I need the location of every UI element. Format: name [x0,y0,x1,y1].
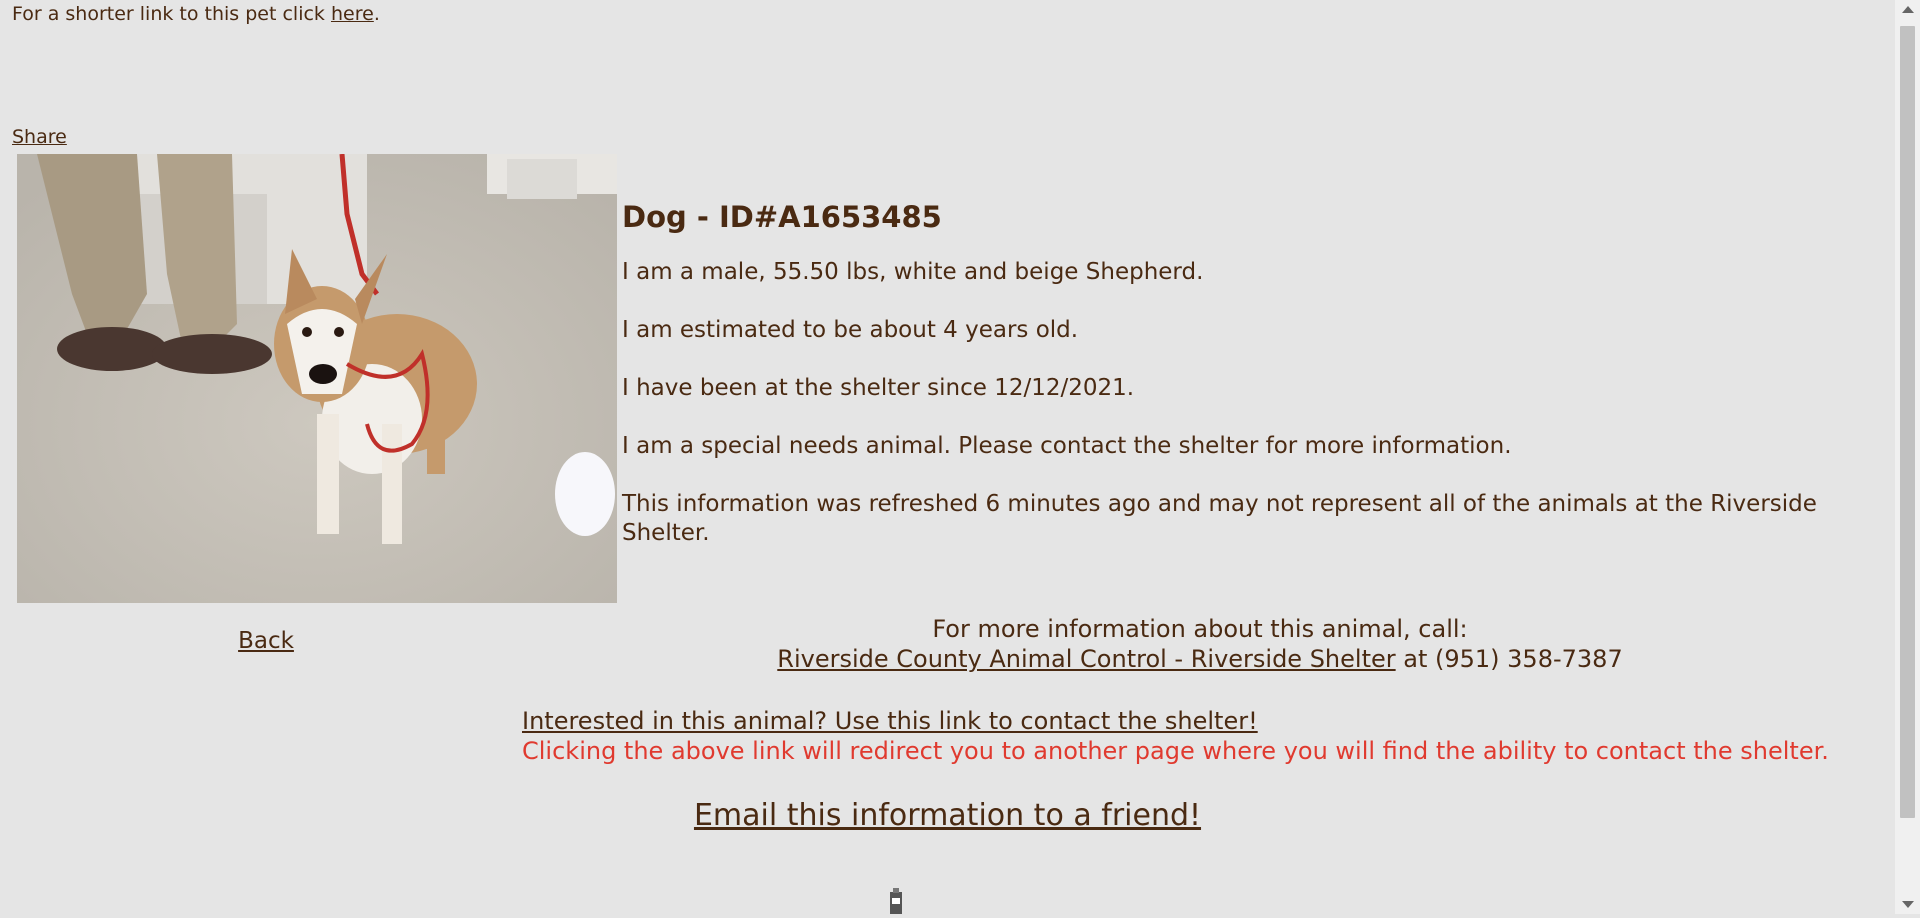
refresh-note: This information was refreshed 6 minutes… [622,491,1817,546]
shelter-phone: at (951) 358-7387 [1395,645,1623,673]
contact-info: For more information about this animal, … [520,614,1880,674]
short-link-suffix: . [373,3,380,25]
back-link[interactable]: Back [0,628,532,654]
redirect-note: Clicking the above link will redirect yo… [522,737,1829,765]
contact-line: Riverside County Animal Control - Rivers… [520,644,1880,674]
animal-info: Dog - ID#A1653485 I am a male, 55.50 lbs… [622,195,1892,577]
animal-age: I am estimated to be about 4 years old. [622,317,1079,343]
scroll-thumb[interactable] [1900,26,1915,818]
short-link-here[interactable]: here [331,3,374,25]
share-link[interactable]: Share [12,126,67,148]
animal-shelter-since: I have been at the shelter since 12/12/2… [622,375,1135,401]
email-friend-block: Email this information to a friend! [0,798,1895,833]
partial-image-icon [887,888,905,914]
scroll-up-arrow-icon[interactable] [1902,6,1914,13]
vertical-scrollbar[interactable] [1895,0,1920,914]
animal-title: Dog - ID#A1653485 [622,200,942,234]
shelter-link[interactable]: Riverside County Animal Control - Rivers… [777,645,1395,673]
dog-photo-image [17,154,617,603]
scroll-down-arrow-icon[interactable] [1902,901,1914,908]
contact-intro: For more information about this animal, … [932,615,1468,643]
short-link-prefix: For a shorter link to this pet click [12,3,331,25]
interest-block: Interested in this animal? Use this link… [522,706,1829,766]
email-friend-link[interactable]: Email this information to a friend! [694,798,1201,833]
animal-description: I am a male, 55.50 lbs, white and beige … [622,259,1204,285]
pet-photo [17,154,617,603]
special-needs-note: I am a special needs animal. Please cont… [622,433,1512,459]
short-link-line: For a shorter link to this pet click her… [12,3,380,25]
contact-shelter-link[interactable]: Interested in this animal? Use this link… [522,707,1258,735]
